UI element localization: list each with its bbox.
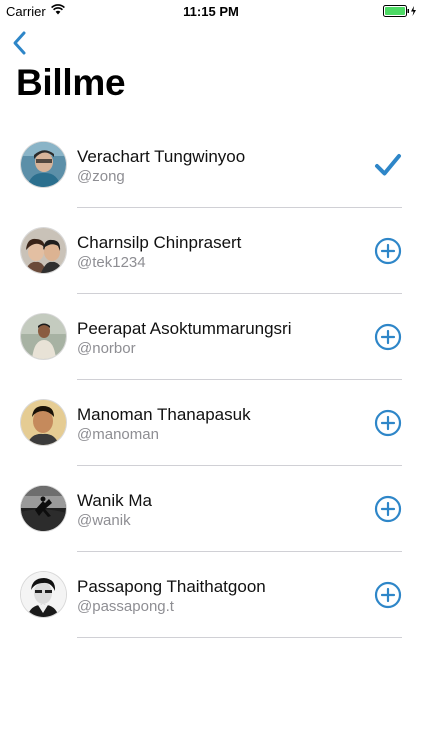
avatar [21,142,66,187]
add-circle-icon[interactable] [374,323,402,351]
user-handle: @norbor [77,340,136,357]
user-name: Peerapat Asoktummarungsri [77,319,292,338]
user-row[interactable]: Charnsilp Chinprasert @tek1234 [0,208,422,294]
avatar [21,572,66,617]
avatar [21,400,66,445]
checkmark-icon[interactable] [374,151,402,179]
add-circle-icon[interactable] [374,237,402,265]
user-name: Wanik Ma [77,491,152,510]
row-divider [77,637,402,638]
user-row[interactable]: Passapong Thaithatgoon @passapong.t [0,552,422,638]
user-name: Verachart Tungwinyoo [77,147,246,166]
user-handle: @manoman [77,426,159,443]
user-name: Manoman Thanapasuk [77,405,251,424]
user-list: Verachart Tungwinyoo @zong Charnsilp Chi… [0,122,422,638]
user-name: Charnsilp Chinprasert [77,233,242,252]
page-title: Billme [16,62,126,103]
status-bar: Carrier 11:15 PM [0,0,422,22]
chevron-left-icon[interactable] [10,30,30,56]
user-row[interactable]: Peerapat Asoktummarungsri @norbor [0,294,422,380]
user-row[interactable]: Wanik Ma @wanik [0,466,422,552]
user-row[interactable]: Verachart Tungwinyoo @zong [0,122,422,208]
user-row[interactable]: Manoman Thanapasuk @manoman [0,380,422,466]
avatar [21,486,66,531]
add-circle-icon[interactable] [374,581,402,609]
user-handle: @wanik [77,512,131,529]
status-time: 11:15 PM [183,4,239,19]
user-name: Passapong Thaithatgoon [77,577,266,596]
user-handle: @zong [77,168,125,185]
user-handle: @tek1234 [77,254,146,271]
user-handle: @passapong.t [77,598,174,615]
avatar [21,228,66,273]
battery-icon [383,5,416,17]
add-circle-icon[interactable] [374,409,402,437]
avatar [21,314,66,359]
add-circle-icon[interactable] [374,495,402,523]
